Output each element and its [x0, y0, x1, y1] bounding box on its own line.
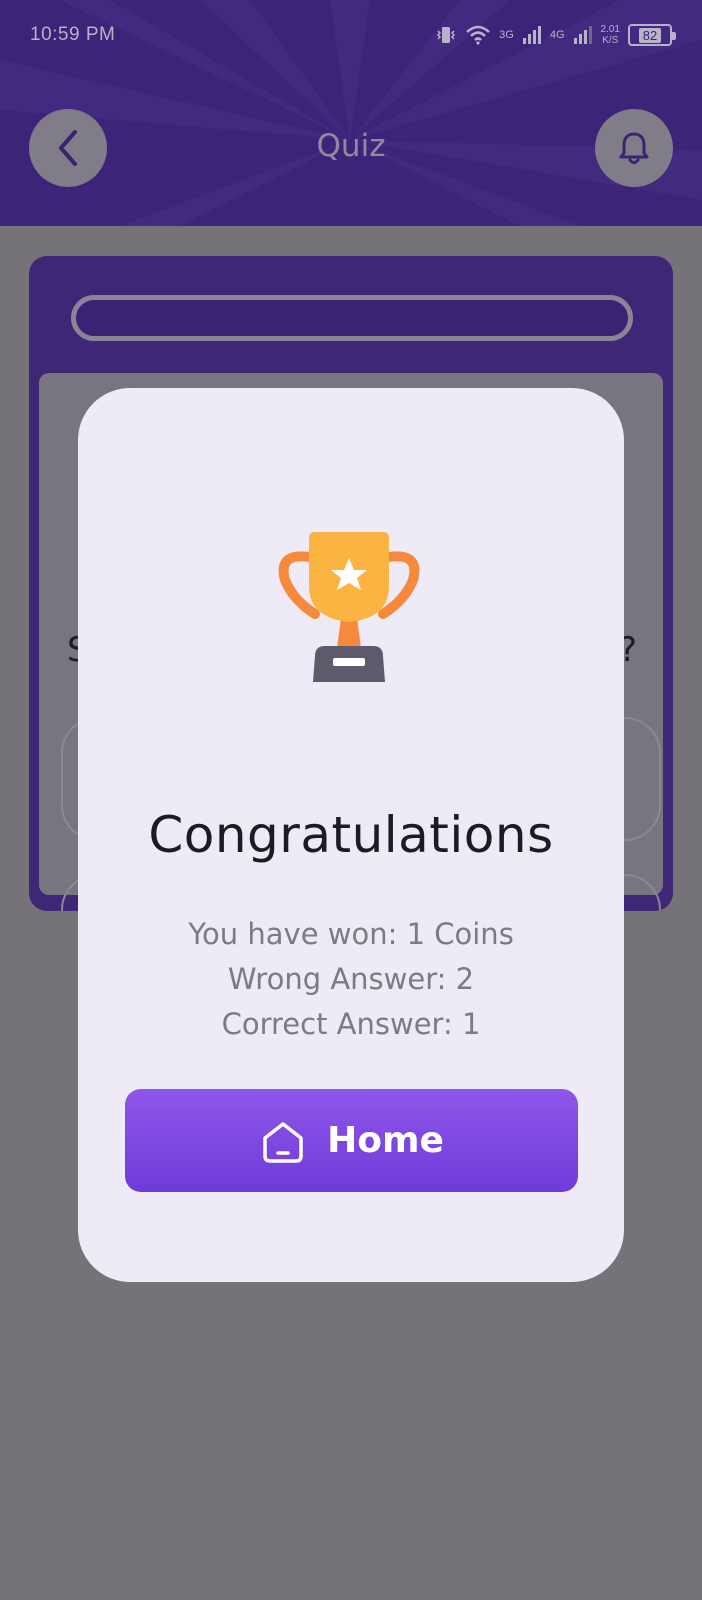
- status-time: 10:59 PM: [30, 24, 116, 45]
- status-bar: 10:59 PM 3G 4G 2.01 K/S 82: [0, 0, 702, 70]
- app-header: 10:59 PM 3G 4G 2.01 K/S 82 Quiz: [0, 0, 702, 226]
- home-button-label: Home: [327, 1120, 444, 1161]
- notifications-button[interactable]: [595, 109, 673, 187]
- network-label-2: 4G: [549, 29, 565, 41]
- wrong-answers-text: Wrong Answer: 2: [227, 962, 475, 996]
- battery-level: 82: [638, 27, 662, 43]
- quiz-progress-bar: [71, 295, 633, 341]
- correct-answers-text: Correct Answer: 1: [221, 1007, 481, 1041]
- network-speed-unit: K/S: [602, 35, 619, 46]
- bell-icon: [619, 132, 649, 164]
- status-icons: 3G 4G 2.01 K/S 82: [435, 22, 676, 48]
- result-stats: You have won: 1 Coins Wrong Answer: 2 Co…: [78, 912, 624, 1047]
- wifi-icon: [466, 25, 490, 45]
- home-icon: [263, 1121, 303, 1163]
- trophy-icon: [278, 532, 420, 682]
- signal-icon-1: [522, 26, 541, 44]
- network-label-1: 3G: [499, 29, 514, 41]
- signal-icon-2: [573, 26, 592, 44]
- result-dialog: Congratulations You have won: 1 Coins Wr…: [78, 388, 624, 1282]
- network-speed: 2.01 K/S: [601, 24, 620, 46]
- home-button[interactable]: Home: [125, 1089, 578, 1192]
- coins-won-text: You have won: 1 Coins: [188, 917, 514, 951]
- battery-icon: 82: [628, 24, 676, 46]
- dialog-title: Congratulations: [148, 806, 554, 864]
- network-speed-value: 2.01: [600, 24, 620, 35]
- vibrate-icon: [437, 27, 456, 43]
